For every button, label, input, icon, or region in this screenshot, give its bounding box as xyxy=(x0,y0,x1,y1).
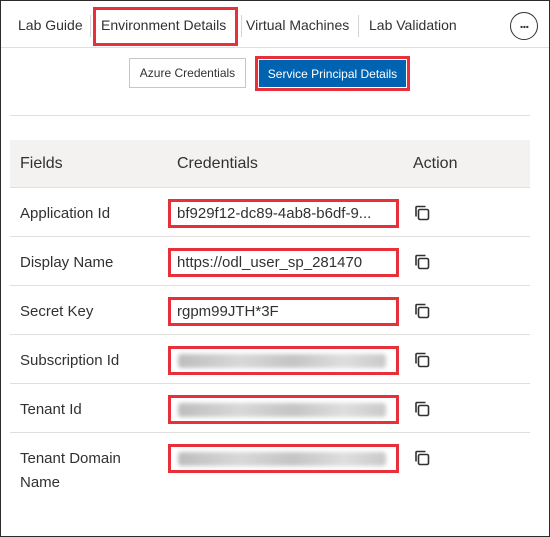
field-label: Application Id xyxy=(20,205,111,222)
field-label: Display Name xyxy=(20,254,114,271)
copy-icon[interactable] xyxy=(413,204,431,222)
header-fields: Fields xyxy=(20,155,63,172)
ellipsis-icon: ... xyxy=(519,15,530,31)
tab-divider xyxy=(358,15,359,37)
header-action: Action xyxy=(413,155,458,172)
tab-lab-validation[interactable]: Lab Validation xyxy=(369,17,457,33)
masked-value[interactable] xyxy=(178,452,386,466)
table-header: Fields Credentials Action xyxy=(10,140,530,188)
section-divider xyxy=(10,115,530,116)
header-credentials: Credentials xyxy=(177,155,258,172)
masked-value[interactable] xyxy=(178,403,386,417)
credential-value[interactable]: bf929f12-dc89-4ab8-b6df-9... xyxy=(177,204,391,224)
copy-icon[interactable] xyxy=(413,449,431,467)
tab-divider xyxy=(90,15,91,37)
table-row: Display Name https://odl_user_sp_281470 xyxy=(10,237,530,286)
azure-credentials-button[interactable]: Azure Credentials xyxy=(129,58,246,88)
table-row: Subscription Id xyxy=(10,335,530,384)
more-options-button[interactable]: ... xyxy=(510,12,538,40)
field-label: Secret Key xyxy=(20,303,94,320)
field-label: Tenant Domain Name xyxy=(20,450,121,491)
copy-icon[interactable] xyxy=(413,253,431,271)
field-label: Tenant Id xyxy=(20,401,82,418)
service-principal-details-button[interactable]: Service Principal Details xyxy=(259,60,406,87)
masked-value[interactable] xyxy=(178,354,386,368)
tab-highlight-box xyxy=(93,7,238,46)
table-row: Application Id bf929f12-dc89-4ab8-b6df-9… xyxy=(10,188,530,237)
credential-value[interactable]: rgpm99JTH*3F xyxy=(177,302,391,322)
tab-divider xyxy=(241,15,242,37)
table-row: Secret Key rgpm99JTH*3F xyxy=(10,286,530,335)
field-label: Subscription Id xyxy=(20,352,120,369)
tab-bar: Lab Guide Environment Details Virtual Ma… xyxy=(1,1,549,48)
table-row: Tenant Id xyxy=(10,384,530,433)
copy-icon[interactable] xyxy=(413,400,431,418)
copy-icon[interactable] xyxy=(413,351,431,369)
table-row: Tenant Domain Name xyxy=(10,433,530,501)
tab-lab-guide[interactable]: Lab Guide xyxy=(18,17,83,33)
tab-virtual-machines[interactable]: Virtual Machines xyxy=(246,17,349,33)
copy-icon[interactable] xyxy=(413,302,431,320)
credential-value[interactable]: https://odl_user_sp_281470 xyxy=(177,253,391,273)
